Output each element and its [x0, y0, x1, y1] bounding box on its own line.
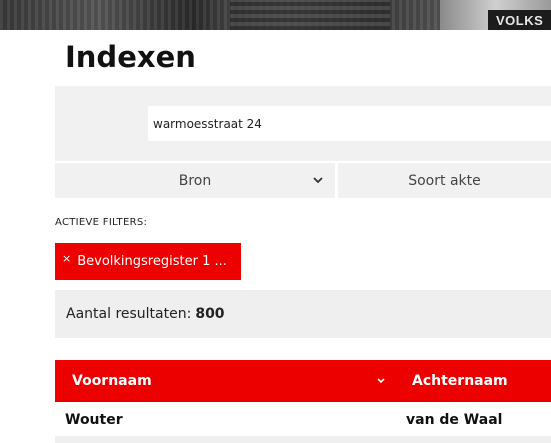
page-title: Indexen [65, 40, 196, 74]
header-banner-image: VOLKS [0, 0, 551, 30]
column-header-achternaam[interactable]: Achternaam [412, 373, 508, 389]
soort-akte-select-label: Soort akte [408, 172, 481, 189]
cell-voornaam: Wouter [65, 412, 123, 428]
results-count-bar: Aantal resultaten: 800 [55, 290, 551, 338]
results-label: Aantal resultaten: [66, 306, 192, 322]
active-filter-chip[interactable]: × Bevolkingsregister 1 ... [55, 243, 241, 280]
banner-sign-text: VOLKS [488, 10, 551, 30]
table-row[interactable]: Wouter van de Waal [55, 402, 551, 436]
column-header-voornaam[interactable]: Voornaam [72, 373, 152, 389]
search-input[interactable] [148, 106, 551, 141]
bron-select-label: Bron [178, 172, 212, 189]
bron-select[interactable]: Bron [55, 163, 335, 198]
active-filters-label: ACTIEVE FILTERS: [55, 217, 148, 228]
sort-down-icon[interactable] [377, 377, 385, 384]
table-row-stripe [55, 436, 551, 443]
soort-akte-select[interactable]: Soort akte [338, 163, 551, 198]
cell-achternaam: van de Waal [406, 412, 503, 428]
search-panel [55, 86, 551, 161]
active-filter-chip-label: Bevolkingsregister 1 ... [77, 254, 227, 269]
results-count: 800 [195, 306, 225, 322]
chevron-down-icon [313, 177, 323, 184]
table-header: Voornaam Achternaam [55, 360, 551, 402]
close-icon[interactable]: × [62, 252, 71, 265]
